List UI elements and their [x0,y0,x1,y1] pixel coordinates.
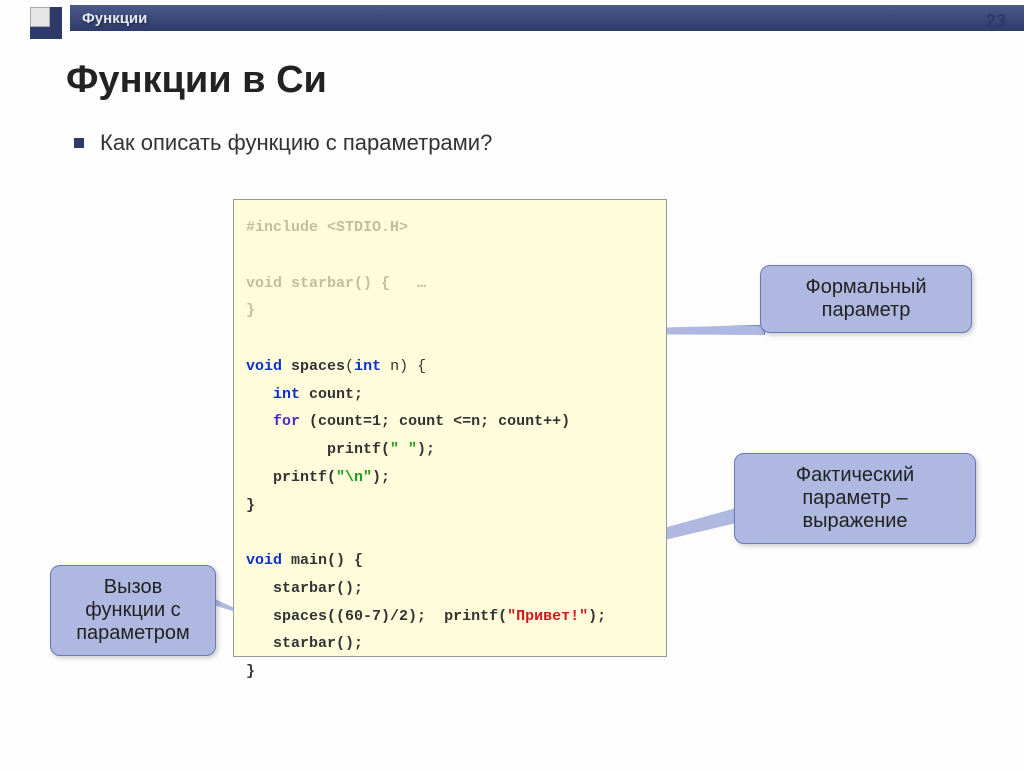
bullet-icon [74,138,84,148]
header-bar: Функции [70,5,1024,31]
code-line: starbar(); [246,630,654,658]
callout-actual-param: Фактический параметр – выражение [734,453,976,544]
question-text: Как описать функцию с параметрами? [100,130,492,156]
code-line: void starbar() { … [246,275,426,292]
code-line: spaces((60-7)/2); printf("Привет!"); [246,603,654,631]
code-line: printf(" "); [246,436,654,464]
code-block: #include <STDIO.H> void starbar() { … } … [233,199,667,657]
code-line: } [246,497,255,514]
header-decor-square [30,7,62,39]
page-title: Функции в Си [66,59,1024,102]
code-line: void main() { [246,547,654,575]
question-line: Как описать функцию с параметрами? [74,130,1024,156]
callout-formal-param: Формальный параметр [760,265,972,333]
breadcrumb: Функции [82,10,147,27]
page-number: 23 [986,11,1006,32]
code-line: for (count=1; count <=n; count++) [246,408,654,436]
callout-function-call: Вызов функции с параметром [50,565,216,656]
code-line: starbar(); [246,575,654,603]
code-line: #include <STDIO.H> [246,219,408,236]
code-line: printf("\n"); [246,464,654,492]
code-line: void spaces(int n) { [246,353,654,381]
code-line: } [246,663,255,680]
code-line: int count; [246,381,654,409]
code-line: } [246,302,255,319]
